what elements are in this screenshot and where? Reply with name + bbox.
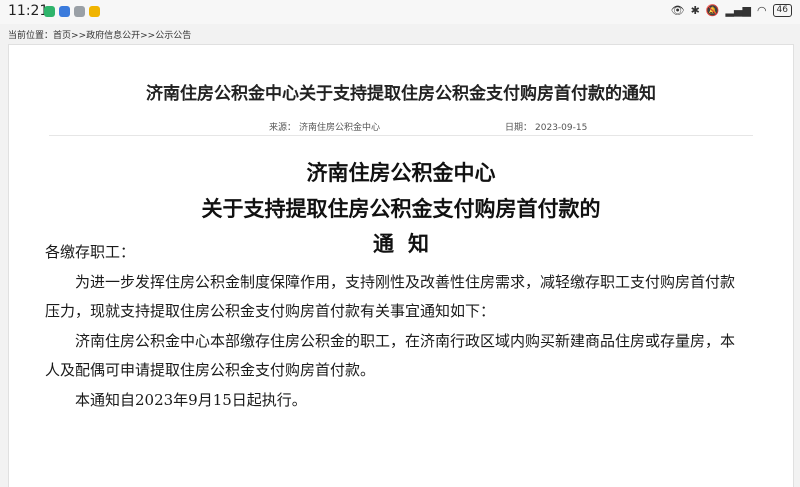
signal-icon: ▂▄▆ [725, 4, 751, 17]
date-label: 日期： [505, 123, 533, 133]
app-icon [89, 6, 100, 17]
wechat-icon [44, 6, 55, 17]
article-source: 来源： 济南住房公积金中心 [269, 120, 383, 133]
breadcrumb-current[interactable]: 公示公告 [155, 31, 191, 41]
article-body: 各缴存职工： 为进一步发挥住房公积金制度保障作用，支持刚性及改善性住房需求，减轻… [45, 238, 745, 415]
source-label: 来源： [269, 123, 297, 133]
wifi-icon: ◠ [756, 4, 767, 17]
breadcrumb-section[interactable]: 政府信息公开 [86, 31, 140, 41]
status-bar: 11:21 👁 ✱ 🔕 ▂▄▆ ◠ 46 [0, 0, 800, 24]
battery-icon: 46 [772, 4, 792, 17]
status-indicators: 👁 ✱ 🔕 ▂▄▆ ◠ 46 [671, 4, 792, 17]
paragraph: 济南住房公积金中心本部缴存住房公积金的职工，在济南行政区域内购买新建商品住房或存… [45, 331, 736, 380]
paragraph: 本通知自2023年9月15日起执行。 [75, 390, 307, 409]
breadcrumb: 当前位置：首页>>政府信息公开>>公示公告 [8, 28, 191, 41]
app-icon [74, 6, 85, 17]
breadcrumb-separator: >> [140, 31, 156, 41]
divider [49, 135, 753, 136]
page-title: 济南住房公积金中心关于支持提取住房公积金支付购房首付款的通知 [146, 84, 656, 104]
eye-icon: 👁 [670, 4, 685, 17]
notification-icons [44, 6, 100, 17]
article-date: 日期： 2023-09-15 [505, 120, 590, 133]
app-icon [59, 6, 70, 17]
status-time: 11:21 [8, 3, 49, 19]
date-value: 2023-09-15 [535, 123, 588, 133]
paragraph: 为进一步发挥住房公积金制度保障作用，支持刚性及改善性住房需求，减轻缴存职工支付购… [45, 272, 736, 321]
document-title-line: 关于支持提取住房公积金支付购房首付款的 [201, 197, 601, 221]
breadcrumb-home[interactable]: 首页 [53, 31, 71, 41]
breadcrumb-prefix: 当前位置： [8, 31, 54, 41]
mute-icon: 🔕 [705, 4, 720, 17]
breadcrumb-separator: >> [71, 31, 87, 41]
source-value: 济南住房公积金中心 [299, 123, 381, 133]
document-title-line: 济南住房公积金中心 [306, 161, 496, 185]
salutation: 各缴存职工： [45, 243, 136, 261]
bluetooth-icon: ✱ [690, 4, 700, 17]
